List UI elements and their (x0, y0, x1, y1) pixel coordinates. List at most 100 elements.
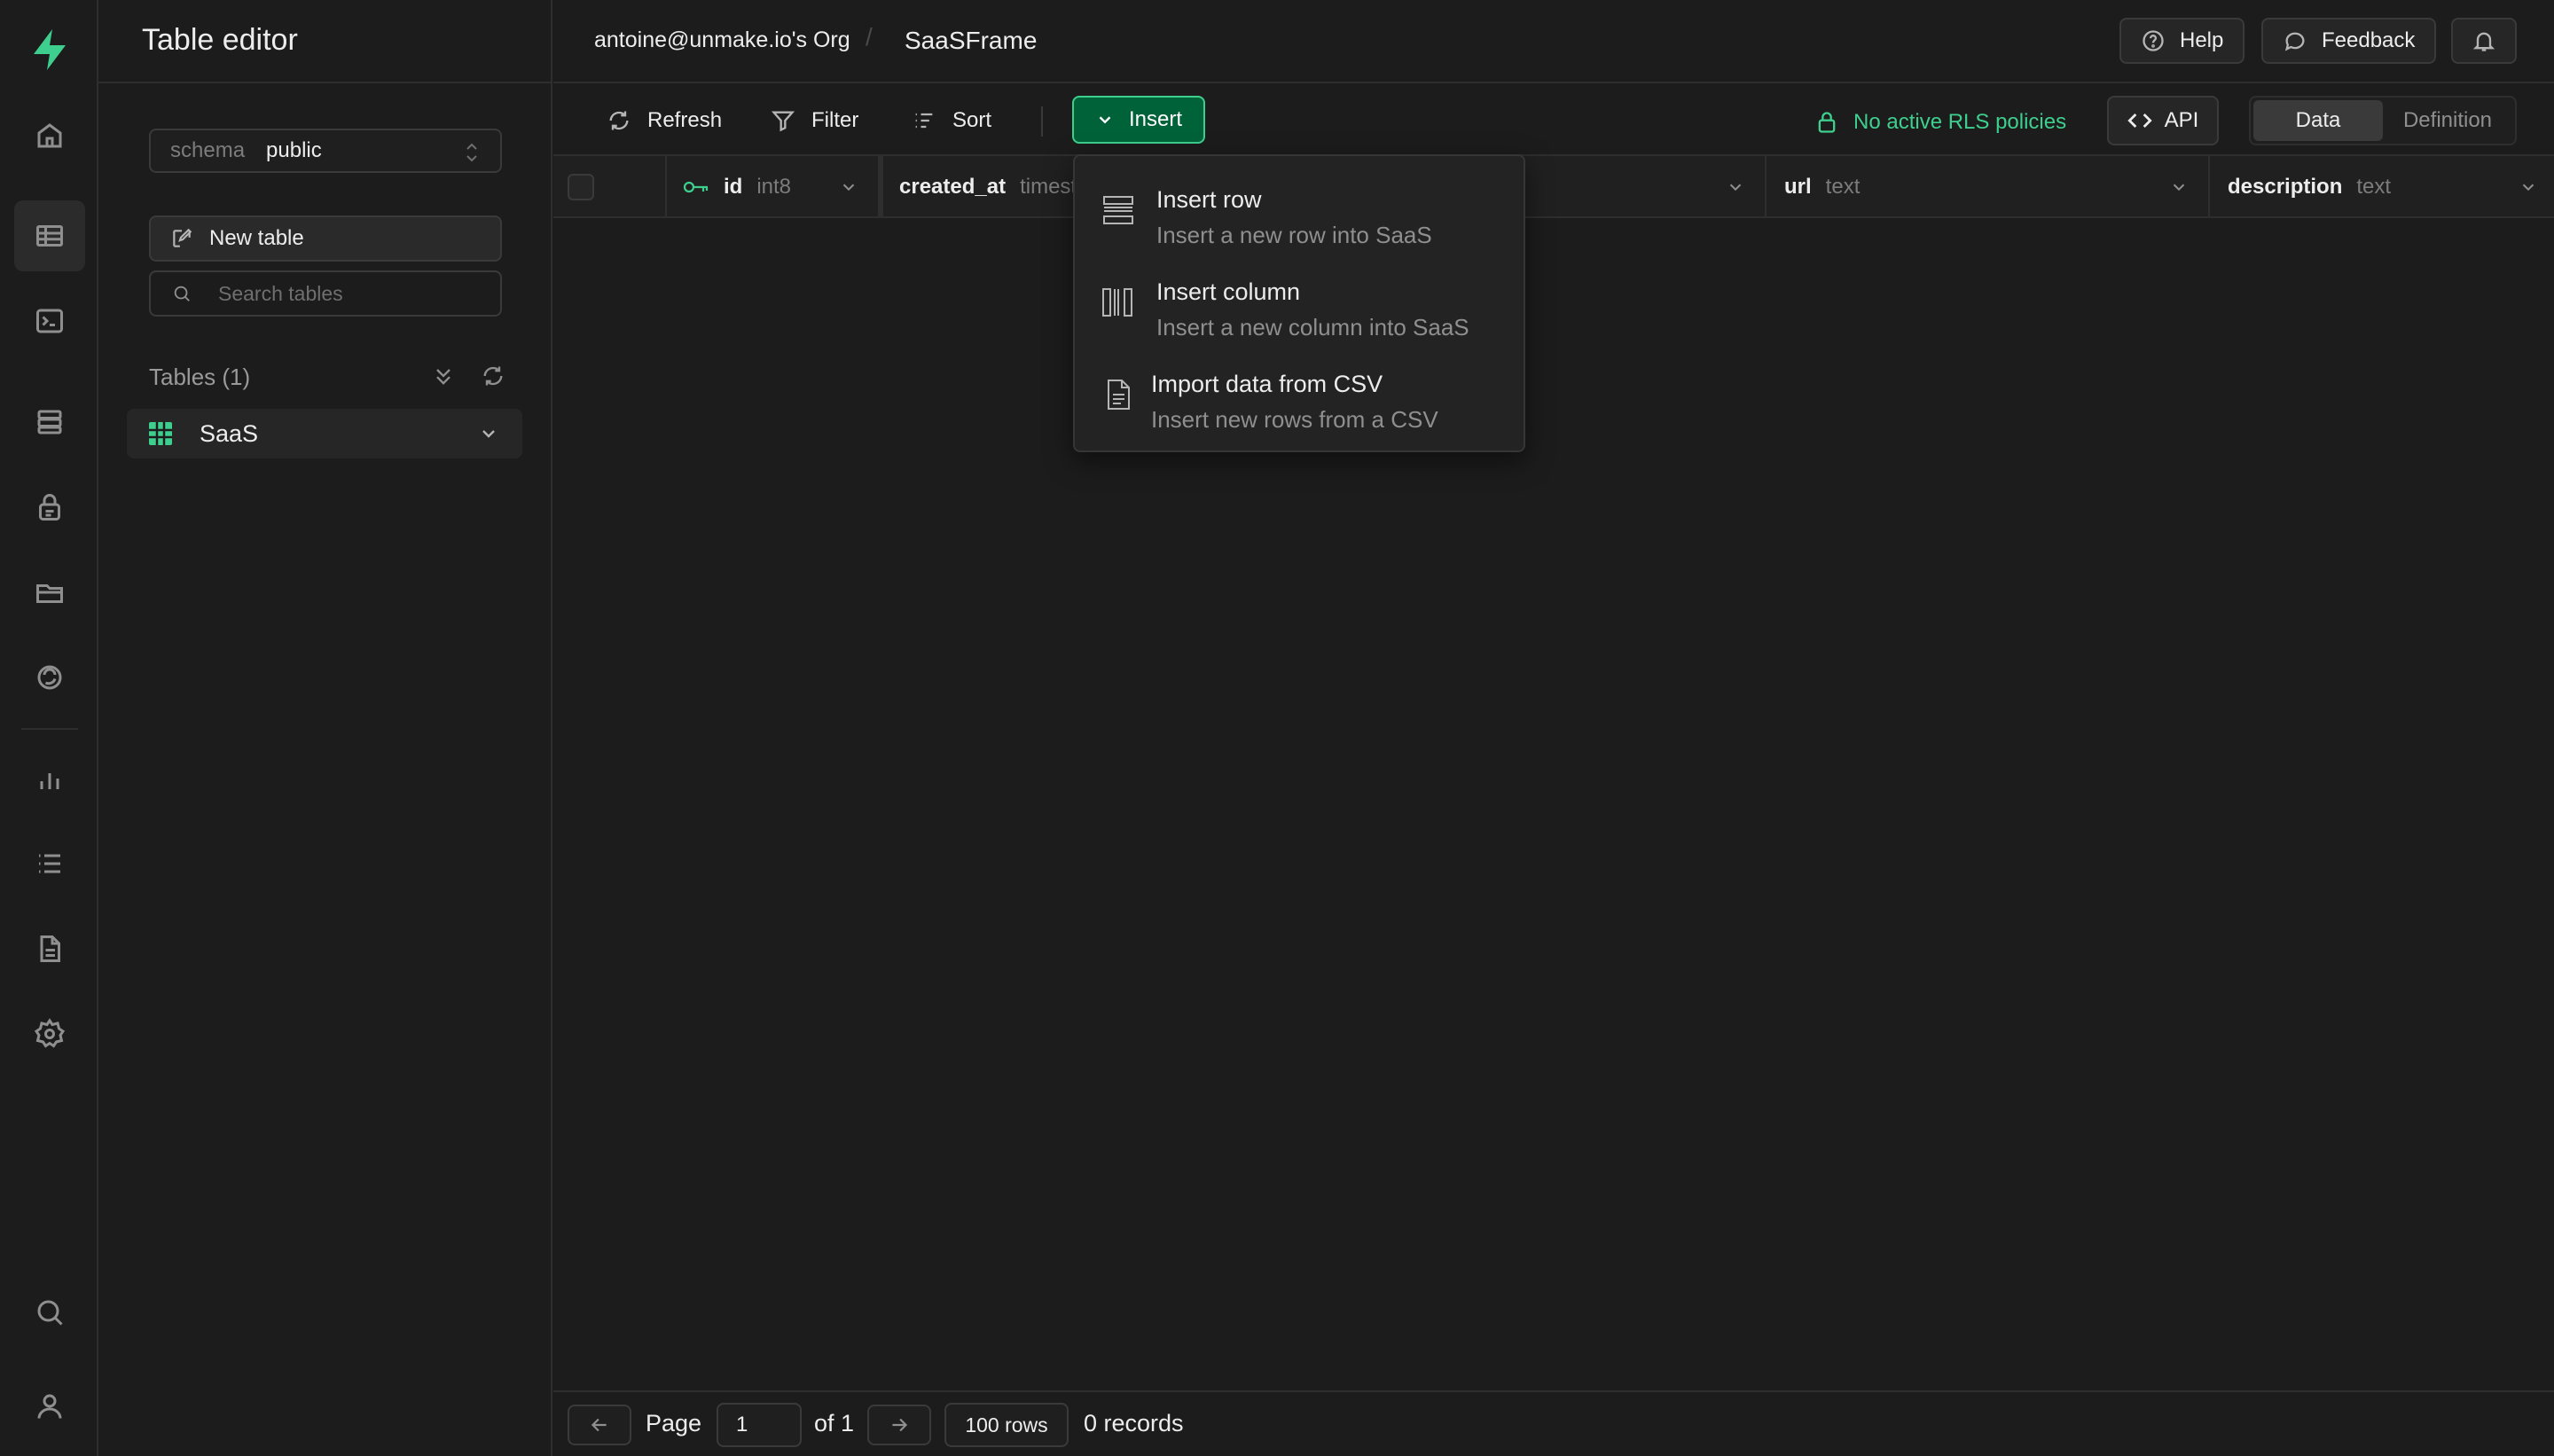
toolbar-divider (1041, 106, 1043, 137)
refresh-button[interactable]: Refresh (607, 103, 722, 138)
user-account-icon[interactable] (14, 1371, 85, 1442)
message-icon (2284, 32, 2305, 51)
breadcrumb-separator: / (866, 23, 873, 51)
column-name: description (2228, 175, 2343, 199)
chevron-up-down-icon (466, 143, 477, 162)
primary-key-icon (683, 181, 709, 193)
insert-button[interactable]: Insert (1072, 96, 1205, 144)
refresh-tables-icon[interactable] (481, 364, 505, 388)
record-count: 0 records (1084, 1410, 1184, 1436)
arrow-right-icon (892, 1418, 908, 1432)
column-name: url (1784, 175, 1812, 199)
code-icon (2127, 114, 2152, 128)
grid-toolbar: Refresh Filter Sort Insert No active RLS… (553, 85, 2554, 156)
page-total: of 1 (814, 1410, 855, 1436)
column-header-url[interactable]: url text (1767, 156, 2210, 218)
menu-item-insert-column[interactable]: Insert column Insert a new column into S… (1075, 255, 1524, 344)
rls-label: No active RLS policies (1853, 110, 2067, 134)
sort-icon (915, 113, 933, 129)
table-name: SaaS (200, 419, 259, 447)
notifications-button[interactable] (2451, 18, 2517, 64)
new-table-button[interactable]: New table (149, 215, 502, 262)
help-label: Help (2180, 28, 2224, 52)
arrow-left-icon (591, 1418, 607, 1432)
sidebar-header: Table editor (98, 0, 551, 83)
menu-item-title: Insert column (1156, 278, 1301, 305)
schema-value: public (266, 138, 322, 162)
refresh-label: Refresh (647, 108, 723, 132)
bell-icon (2472, 32, 2495, 51)
schema-label: schema (170, 138, 246, 162)
insert-label: Insert (1128, 107, 1183, 131)
storage-nav-icon[interactable] (14, 557, 85, 628)
chevron-down-icon[interactable] (1726, 177, 1745, 197)
icon-rail (0, 0, 98, 1456)
tab-definition[interactable]: Definition (2383, 100, 2512, 141)
menu-item-title: Insert row (1156, 186, 1262, 213)
table-sidebar: Table editor schema public New table Sea… (98, 0, 552, 1456)
chevron-down-icon[interactable] (2519, 177, 2538, 197)
page-number-input[interactable] (717, 1403, 802, 1447)
menu-item-import-csv[interactable]: Import data from CSV Insert new rows fro… (1075, 348, 1524, 436)
view-toggle: Data Definition (2249, 96, 2517, 145)
supabase-logo-icon[interactable] (27, 27, 73, 73)
insert-dropdown-menu: Insert row Insert a new row into SaaS In… (1073, 154, 1525, 452)
chevron-down-icon[interactable] (478, 423, 499, 444)
search-nav-icon[interactable] (14, 1277, 85, 1348)
api-button[interactable]: API (2107, 96, 2219, 145)
select-all-checkbox[interactable] (568, 174, 594, 200)
breadcrumb-org[interactable]: antoine@unmake.io's Org (594, 27, 850, 53)
reports-nav-icon[interactable] (14, 743, 85, 814)
previous-page-button[interactable] (568, 1405, 631, 1445)
search-tables-input[interactable]: Search tables (149, 270, 502, 317)
database-nav-icon[interactable] (14, 387, 85, 458)
rail-divider (21, 728, 78, 730)
filter-icon (771, 111, 795, 132)
new-table-label: New table (209, 226, 304, 250)
menu-item-title: Import data from CSV (1151, 371, 1383, 397)
sidebar-item-saas[interactable]: SaaS (127, 409, 522, 458)
api-docs-nav-icon[interactable] (14, 913, 85, 984)
pagination-footer: Page of 1 100 rows 0 records (553, 1390, 2554, 1456)
column-header-description[interactable]: description text (2210, 156, 2554, 218)
grid-header: id int8 created_at timest url text descr… (553, 156, 2554, 218)
sql-editor-nav-icon[interactable] (14, 286, 85, 356)
filter-button[interactable]: Filter (771, 103, 858, 138)
schema-select[interactable]: schema public (149, 129, 502, 173)
feedback-button[interactable]: Feedback (2261, 18, 2437, 64)
search-tables-placeholder: Search tables (218, 281, 343, 305)
sort-label: Sort (952, 108, 992, 132)
help-button[interactable]: Help (2119, 18, 2245, 64)
menu-item-description: Insert new rows from a CSV (1151, 406, 1438, 433)
rows-per-page-button[interactable]: 100 rows (944, 1403, 1069, 1447)
column-type: timest (1020, 175, 1077, 199)
collapse-all-icon[interactable] (431, 364, 456, 388)
edge-functions-nav-icon[interactable] (14, 642, 85, 713)
column-type: int8 (756, 175, 792, 199)
settings-nav-icon[interactable] (14, 998, 85, 1069)
chevron-down-icon[interactable] (839, 177, 858, 197)
column-header-id[interactable]: id int8 (667, 156, 880, 218)
chevron-down-icon (1099, 116, 1111, 124)
menu-item-description: Insert a new row into SaaS (1156, 222, 1432, 248)
chevron-down-icon[interactable] (2169, 177, 2189, 197)
rls-policies-link[interactable]: No active RLS policies (1814, 105, 2066, 140)
table-grid-icon (149, 422, 172, 445)
sort-button[interactable]: Sort (912, 103, 991, 138)
tab-data[interactable]: Data (2253, 100, 2383, 141)
columns-icon (1102, 288, 1132, 317)
search-icon (174, 286, 190, 301)
menu-item-insert-row[interactable]: Insert row Insert a new row into SaaS (1075, 163, 1524, 252)
feedback-label: Feedback (2322, 28, 2416, 52)
column-name: id (724, 175, 743, 199)
home-nav-icon[interactable] (14, 100, 85, 171)
breadcrumb-project[interactable]: SaaSFrame (905, 27, 1037, 55)
table-editor-nav-icon[interactable] (14, 200, 85, 271)
logs-nav-icon[interactable] (14, 828, 85, 899)
column-name: created_at (899, 175, 1007, 199)
next-page-button[interactable] (867, 1405, 931, 1445)
top-bar: antoine@unmake.io's Org / SaaSFrame Help… (553, 0, 2554, 83)
column-type: text (1825, 175, 1861, 199)
auth-nav-icon[interactable] (14, 472, 85, 543)
lock-icon (1818, 112, 1836, 133)
